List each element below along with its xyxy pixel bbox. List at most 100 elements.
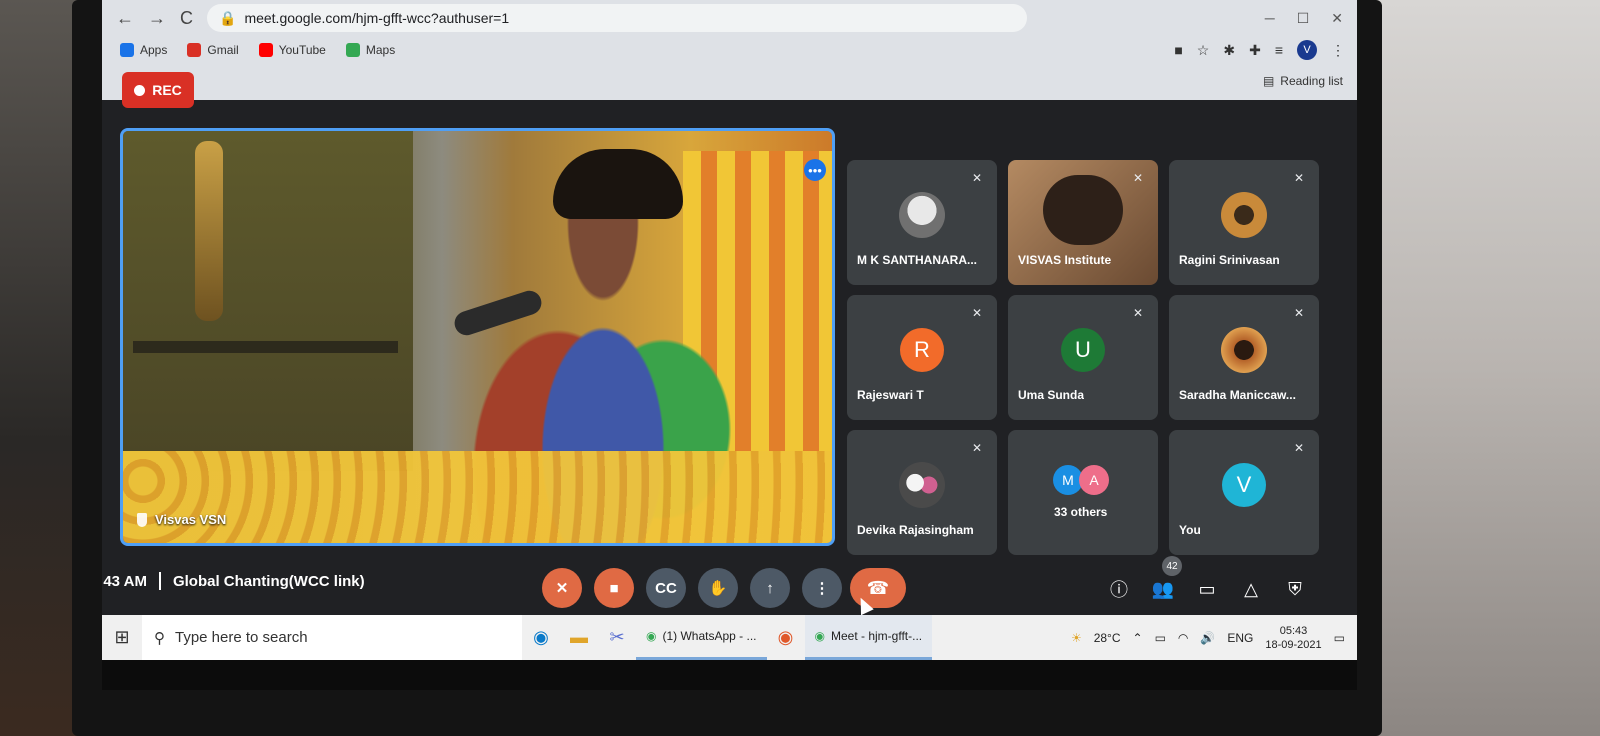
- browser-chrome: ← → C 🔒 meet.google.com/hjm-gfft-wcc?aut…: [102, 0, 1357, 100]
- participant-tile[interactable]: ✕ Ragini Srinivasan: [1169, 160, 1319, 285]
- minimize-icon[interactable]: ─: [1265, 10, 1275, 27]
- temperature[interactable]: 28°C: [1094, 631, 1121, 645]
- more-options-icon[interactable]: •••: [804, 159, 826, 181]
- more-options-button[interactable]: ⋮: [802, 568, 842, 608]
- battery-icon[interactable]: ▭: [1155, 631, 1166, 645]
- reload-button[interactable]: C: [180, 8, 193, 29]
- mic-muted-icon: ✕: [971, 306, 983, 320]
- meeting-time: 5:43 AM: [102, 572, 147, 590]
- windows-start-icon[interactable]: ⊞: [102, 615, 142, 660]
- volume-icon[interactable]: 🔊: [1200, 631, 1215, 645]
- taskbar-search[interactable]: ⚲ Type here to search: [142, 615, 522, 660]
- taskbar-app-whatsapp[interactable]: ◉ (1) WhatsApp - ...: [636, 615, 767, 660]
- participant-avatar: R: [900, 328, 944, 372]
- participant-tile[interactable]: ✕ Saradha Maniccaw...: [1169, 295, 1319, 420]
- main-speaker-name: Visvas VSN: [137, 512, 226, 527]
- mic-muted-icon: ✕: [1293, 441, 1305, 455]
- people-icon[interactable]: 👥: [1150, 576, 1176, 602]
- mic-muted-icon: ✕: [1132, 171, 1144, 185]
- gmail-icon: [187, 43, 202, 57]
- chevron-up-icon[interactable]: ⌃: [1133, 631, 1143, 645]
- puzzle-icon[interactable]: ✚: [1249, 42, 1261, 59]
- bookmarks-bar: Apps Gmail YouTube Maps: [102, 36, 1357, 64]
- participant-tile[interactable]: ✕ R Rajeswari T: [847, 295, 997, 420]
- bookmark-maps[interactable]: Maps: [345, 43, 395, 57]
- meet-control-bar: 5:43 AM Global Chanting(WCC link) ✕ ■ CC…: [102, 556, 1357, 615]
- extension-icon[interactable]: ✱: [1223, 42, 1235, 59]
- host-controls-icon[interactable]: ⛨: [1282, 576, 1308, 602]
- participant-photo: [1221, 327, 1267, 373]
- firefox-icon[interactable]: ◉: [767, 615, 805, 660]
- participant-tile[interactable]: ✕ Devika Rajasingham: [847, 430, 997, 555]
- close-icon[interactable]: ✕: [1331, 10, 1343, 27]
- present-button[interactable]: ↑: [750, 568, 790, 608]
- record-dot-icon: [134, 84, 146, 96]
- search-icon: ⚲: [154, 629, 165, 647]
- participant-avatar: U: [1061, 328, 1105, 372]
- windows-taskbar: ⊞ ⚲ Type here to search ◉ ▬ ✂ ◉ (1) What…: [102, 615, 1357, 660]
- mic-muted-icon: ✕: [971, 171, 983, 185]
- meeting-details: 5:43 AM Global Chanting(WCC link): [102, 572, 365, 590]
- notifications-icon[interactable]: ▭: [1334, 631, 1345, 645]
- camera-toggle-button[interactable]: ■: [594, 568, 634, 608]
- participant-tile[interactable]: ✕ U Uma Sunda: [1008, 295, 1158, 420]
- taskbar-clock[interactable]: 05:43 18-09-2021: [1265, 624, 1321, 652]
- mic-muted-icon: ✕: [1132, 306, 1144, 320]
- mic-muted-icon: ✕: [971, 441, 983, 455]
- others-tile[interactable]: M A 33 others: [1008, 430, 1158, 555]
- window-controls: ─ ☐ ✕: [1265, 10, 1343, 27]
- profile-avatar[interactable]: V: [1297, 40, 1317, 60]
- language-indicator[interactable]: ENG: [1227, 631, 1253, 645]
- file-explorer-icon[interactable]: ▬: [560, 615, 598, 660]
- extensions-area: ■ ☆ ✱ ✚ ≡ V ⋮: [1174, 40, 1345, 60]
- taskbar-app-meet[interactable]: ◉ Meet - hjm-gfft-...: [804, 615, 933, 660]
- nav-row: ← → C 🔒 meet.google.com/hjm-gfft-wcc?aut…: [102, 0, 1357, 36]
- back-button[interactable]: ←: [116, 8, 134, 29]
- participant-tile-self[interactable]: ✕ V You: [1169, 430, 1319, 555]
- camera-icon[interactable]: ■: [1174, 42, 1182, 58]
- youtube-icon: [258, 43, 273, 57]
- recording-badge: REC: [122, 72, 194, 108]
- participant-photo: [899, 192, 945, 238]
- captions-button[interactable]: CC: [646, 568, 686, 608]
- screen: ← → C 🔒 meet.google.com/hjm-gfft-wcc?aut…: [102, 0, 1357, 690]
- weather-icon[interactable]: ☀: [1071, 631, 1082, 645]
- lock-icon: 🔒: [219, 9, 237, 26]
- activities-icon[interactable]: △: [1238, 576, 1264, 602]
- pin-icon[interactable]: [137, 512, 147, 527]
- other-avatar: A: [1079, 465, 1109, 495]
- raise-hand-button[interactable]: ✋: [698, 568, 738, 608]
- system-tray: ☀ 28°C ⌃ ▭ ◠ 🔊 ENG 05:43 18-09-2021 ▭: [1071, 624, 1357, 652]
- media-icon[interactable]: ≡: [1275, 42, 1283, 58]
- maximize-icon[interactable]: ☐: [1297, 10, 1310, 27]
- mic-toggle-button[interactable]: ✕: [542, 568, 582, 608]
- participant-tile[interactable]: ✕ VISVAS Institute: [1008, 160, 1158, 285]
- lamp-image: [195, 141, 223, 321]
- mic-muted-icon: ✕: [1293, 306, 1305, 320]
- chat-icon[interactable]: ▭: [1194, 576, 1220, 602]
- star-icon[interactable]: ☆: [1197, 42, 1210, 59]
- url-text: meet.google.com/hjm-gfft-wcc?authuser=1: [244, 10, 510, 26]
- meet-area: REC ••• Visvas VSN ✕ M K SANTHANARA... ✕: [102, 72, 1357, 615]
- menu-dots-icon[interactable]: ⋮: [1331, 42, 1345, 59]
- bookmark-apps[interactable]: Apps: [120, 43, 167, 57]
- wifi-icon[interactable]: ◠: [1178, 631, 1188, 645]
- main-speaker-tile[interactable]: ••• Visvas VSN: [120, 128, 835, 546]
- participant-photo: [1221, 192, 1267, 238]
- reading-list-button[interactable]: ▤ Reading list: [1263, 74, 1343, 88]
- chrome-icon: ◉: [814, 629, 825, 643]
- edge-icon[interactable]: ◉: [522, 615, 560, 660]
- snipping-tool-icon[interactable]: ✂: [598, 615, 636, 660]
- forward-button[interactable]: →: [148, 8, 166, 29]
- bookmark-gmail[interactable]: Gmail: [187, 43, 239, 57]
- participant-video: [1043, 175, 1123, 245]
- address-bar[interactable]: 🔒 meet.google.com/hjm-gfft-wcc?authuser=…: [207, 4, 1027, 32]
- bookmark-youtube[interactable]: YouTube: [258, 43, 326, 57]
- participant-photo: [899, 462, 945, 508]
- meeting-title: Global Chanting(WCC link): [172, 572, 365, 590]
- participant-tile[interactable]: ✕ M K SANTHANARA...: [847, 160, 997, 285]
- mic-muted-icon: ✕: [1293, 171, 1305, 185]
- participant-count-badge: 42: [1162, 556, 1182, 576]
- meeting-info-icon[interactable]: ⓘ: [1106, 576, 1132, 602]
- maps-icon: [345, 43, 360, 57]
